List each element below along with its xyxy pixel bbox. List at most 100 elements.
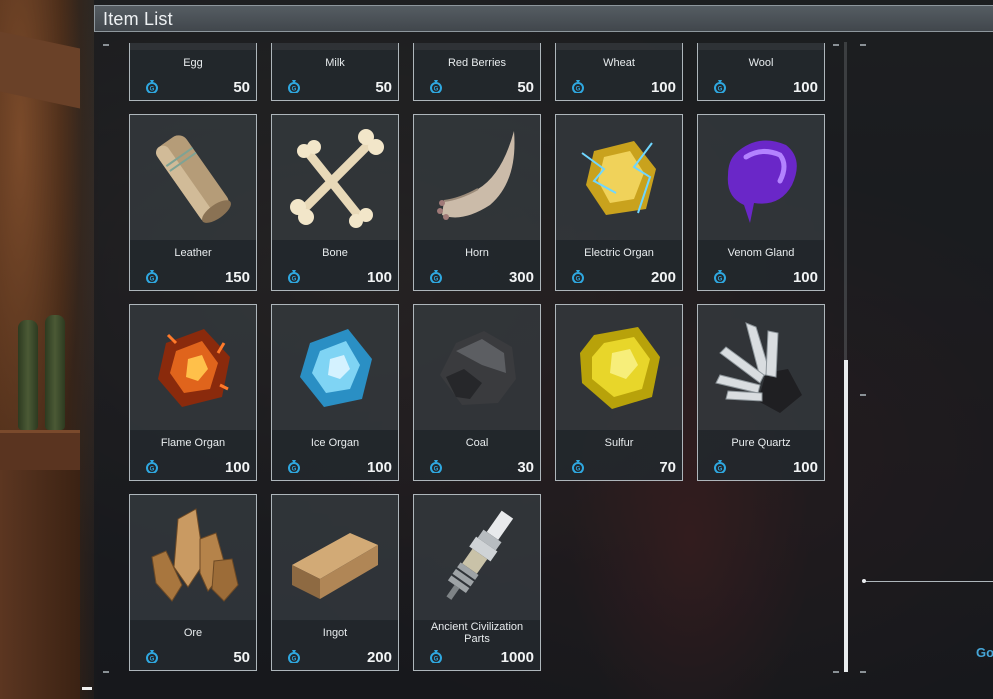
- svg-text:G: G: [150, 467, 155, 473]
- gold-coin-icon: G: [287, 649, 301, 664]
- item-card[interactable]: Pure Quartz G 100: [697, 304, 825, 481]
- item-price: 50: [233, 649, 250, 666]
- item-name: Ancient Civilization Parts: [430, 621, 524, 645]
- item-card[interactable]: Electric Organ G 200: [555, 114, 683, 291]
- background-bottle: [18, 320, 38, 430]
- item-price: 50: [517, 79, 534, 96]
- gold-coin-icon: G: [571, 79, 585, 94]
- venom-gland-icon: [698, 115, 824, 241]
- background-beam: [0, 31, 80, 109]
- svg-text:G: G: [292, 87, 297, 93]
- item-card[interactable]: Ingot G 200: [271, 494, 399, 671]
- item-info: Flame Organ G 100: [130, 430, 256, 480]
- svg-text:G: G: [434, 657, 439, 663]
- svg-text:G: G: [718, 277, 723, 283]
- svg-text:G: G: [434, 277, 439, 283]
- item-price: 30: [517, 459, 534, 476]
- item-info: Ingot G 200: [272, 620, 398, 670]
- ancient-civilization-parts-icon: [414, 495, 540, 621]
- item-price: 100: [224, 459, 250, 476]
- item-card[interactable]: Sulfur G 70: [555, 304, 683, 481]
- gold-coin-icon: G: [429, 79, 443, 94]
- gold-coin-icon: G: [429, 269, 443, 284]
- item-card[interactable]: Egg G 50: [129, 43, 257, 101]
- item-info: Ore G 50: [130, 620, 256, 670]
- gold-coin-icon: G: [145, 459, 159, 474]
- item-name: Venom Gland: [727, 247, 795, 259]
- svg-text:G: G: [150, 657, 155, 663]
- item-card[interactable]: Horn G 300: [413, 114, 541, 291]
- scrollbar-thumb[interactable]: [844, 360, 848, 672]
- item-info: Electric Organ G 200: [556, 240, 682, 290]
- item-price: 50: [375, 79, 392, 96]
- gold-coin-icon: G: [287, 79, 301, 94]
- svg-text:G: G: [576, 467, 581, 473]
- item-card[interactable]: Ore G 50: [129, 494, 257, 671]
- item-price: 100: [366, 269, 392, 286]
- svg-text:G: G: [292, 657, 297, 663]
- item-card[interactable]: Milk G 50: [271, 43, 399, 101]
- item-card[interactable]: Flame Organ G 100: [129, 304, 257, 481]
- item-name: Ice Organ: [310, 437, 360, 449]
- item-info: Coal G 30: [414, 430, 540, 480]
- item-info: Leather G 150: [130, 240, 256, 290]
- item-name: Horn: [465, 247, 489, 259]
- item-info: Wool G 100: [698, 50, 824, 100]
- gold-coin-icon: G: [571, 269, 585, 284]
- item-card[interactable]: Leather G 150: [129, 114, 257, 291]
- gold-coin-icon: G: [145, 269, 159, 284]
- grid-corner-mark: [103, 44, 109, 46]
- item-card[interactable]: Venom Gland G 100: [697, 114, 825, 291]
- grid-corner-mark: [860, 44, 866, 46]
- item-name: Ingot: [322, 627, 348, 639]
- svg-text:G: G: [292, 277, 297, 283]
- sulfur-icon: [556, 305, 682, 431]
- right-panel-divider: [865, 581, 993, 582]
- item-card[interactable]: Bone G 100: [271, 114, 399, 291]
- svg-text:G: G: [434, 87, 439, 93]
- ore-icon: [130, 495, 256, 621]
- svg-text:G: G: [718, 467, 723, 473]
- item-name: Pure Quartz: [731, 437, 791, 449]
- item-info: Venom Gland G 100: [698, 240, 824, 290]
- right-panel-partial-label[interactable]: Go: [976, 645, 993, 660]
- svg-text:G: G: [434, 467, 439, 473]
- item-price: 100: [792, 269, 818, 286]
- item-name: Bone: [322, 247, 348, 259]
- electric-organ-icon: [556, 115, 682, 241]
- gold-coin-icon: G: [145, 79, 159, 94]
- leather-icon: [130, 115, 256, 241]
- background-bottle: [45, 315, 65, 430]
- pure-quartz-icon: [698, 305, 824, 431]
- grid-corner-mark: [833, 44, 839, 46]
- item-card[interactable]: Red Berries G 50: [413, 43, 541, 101]
- svg-text:G: G: [718, 87, 723, 93]
- item-name: Coal: [465, 437, 489, 449]
- item-card[interactable]: Ancient Civilization Parts G 1000: [413, 494, 541, 671]
- item-name: Egg: [183, 57, 203, 69]
- item-card[interactable]: Ice Organ G 100: [271, 304, 399, 481]
- item-name: Flame Organ: [160, 437, 226, 449]
- gold-coin-icon: G: [571, 459, 585, 474]
- item-price: 100: [650, 79, 676, 96]
- gold-coin-icon: G: [287, 269, 301, 284]
- title-bar: Item List: [94, 5, 993, 32]
- gold-coin-icon: G: [429, 459, 443, 474]
- flame-organ-icon: [130, 305, 256, 431]
- grid-corner-mark: [103, 671, 109, 673]
- item-card[interactable]: Coal G 30: [413, 304, 541, 481]
- item-card[interactable]: Wool G 100: [697, 43, 825, 101]
- item-name: Electric Organ: [584, 247, 654, 259]
- item-info: Horn G 300: [414, 240, 540, 290]
- item-name: Sulfur: [604, 437, 634, 449]
- ice-organ-icon: [272, 305, 398, 431]
- item-price: 200: [366, 649, 392, 666]
- item-price: 50: [233, 79, 250, 96]
- item-info: Egg G 50: [130, 50, 256, 100]
- item-card[interactable]: Wheat G 100: [555, 43, 683, 101]
- svg-text:G: G: [292, 467, 297, 473]
- bone-icon: [272, 115, 398, 241]
- item-info: Wheat G 100: [556, 50, 682, 100]
- item-info: Pure Quartz G 100: [698, 430, 824, 480]
- item-price: 200: [650, 269, 676, 286]
